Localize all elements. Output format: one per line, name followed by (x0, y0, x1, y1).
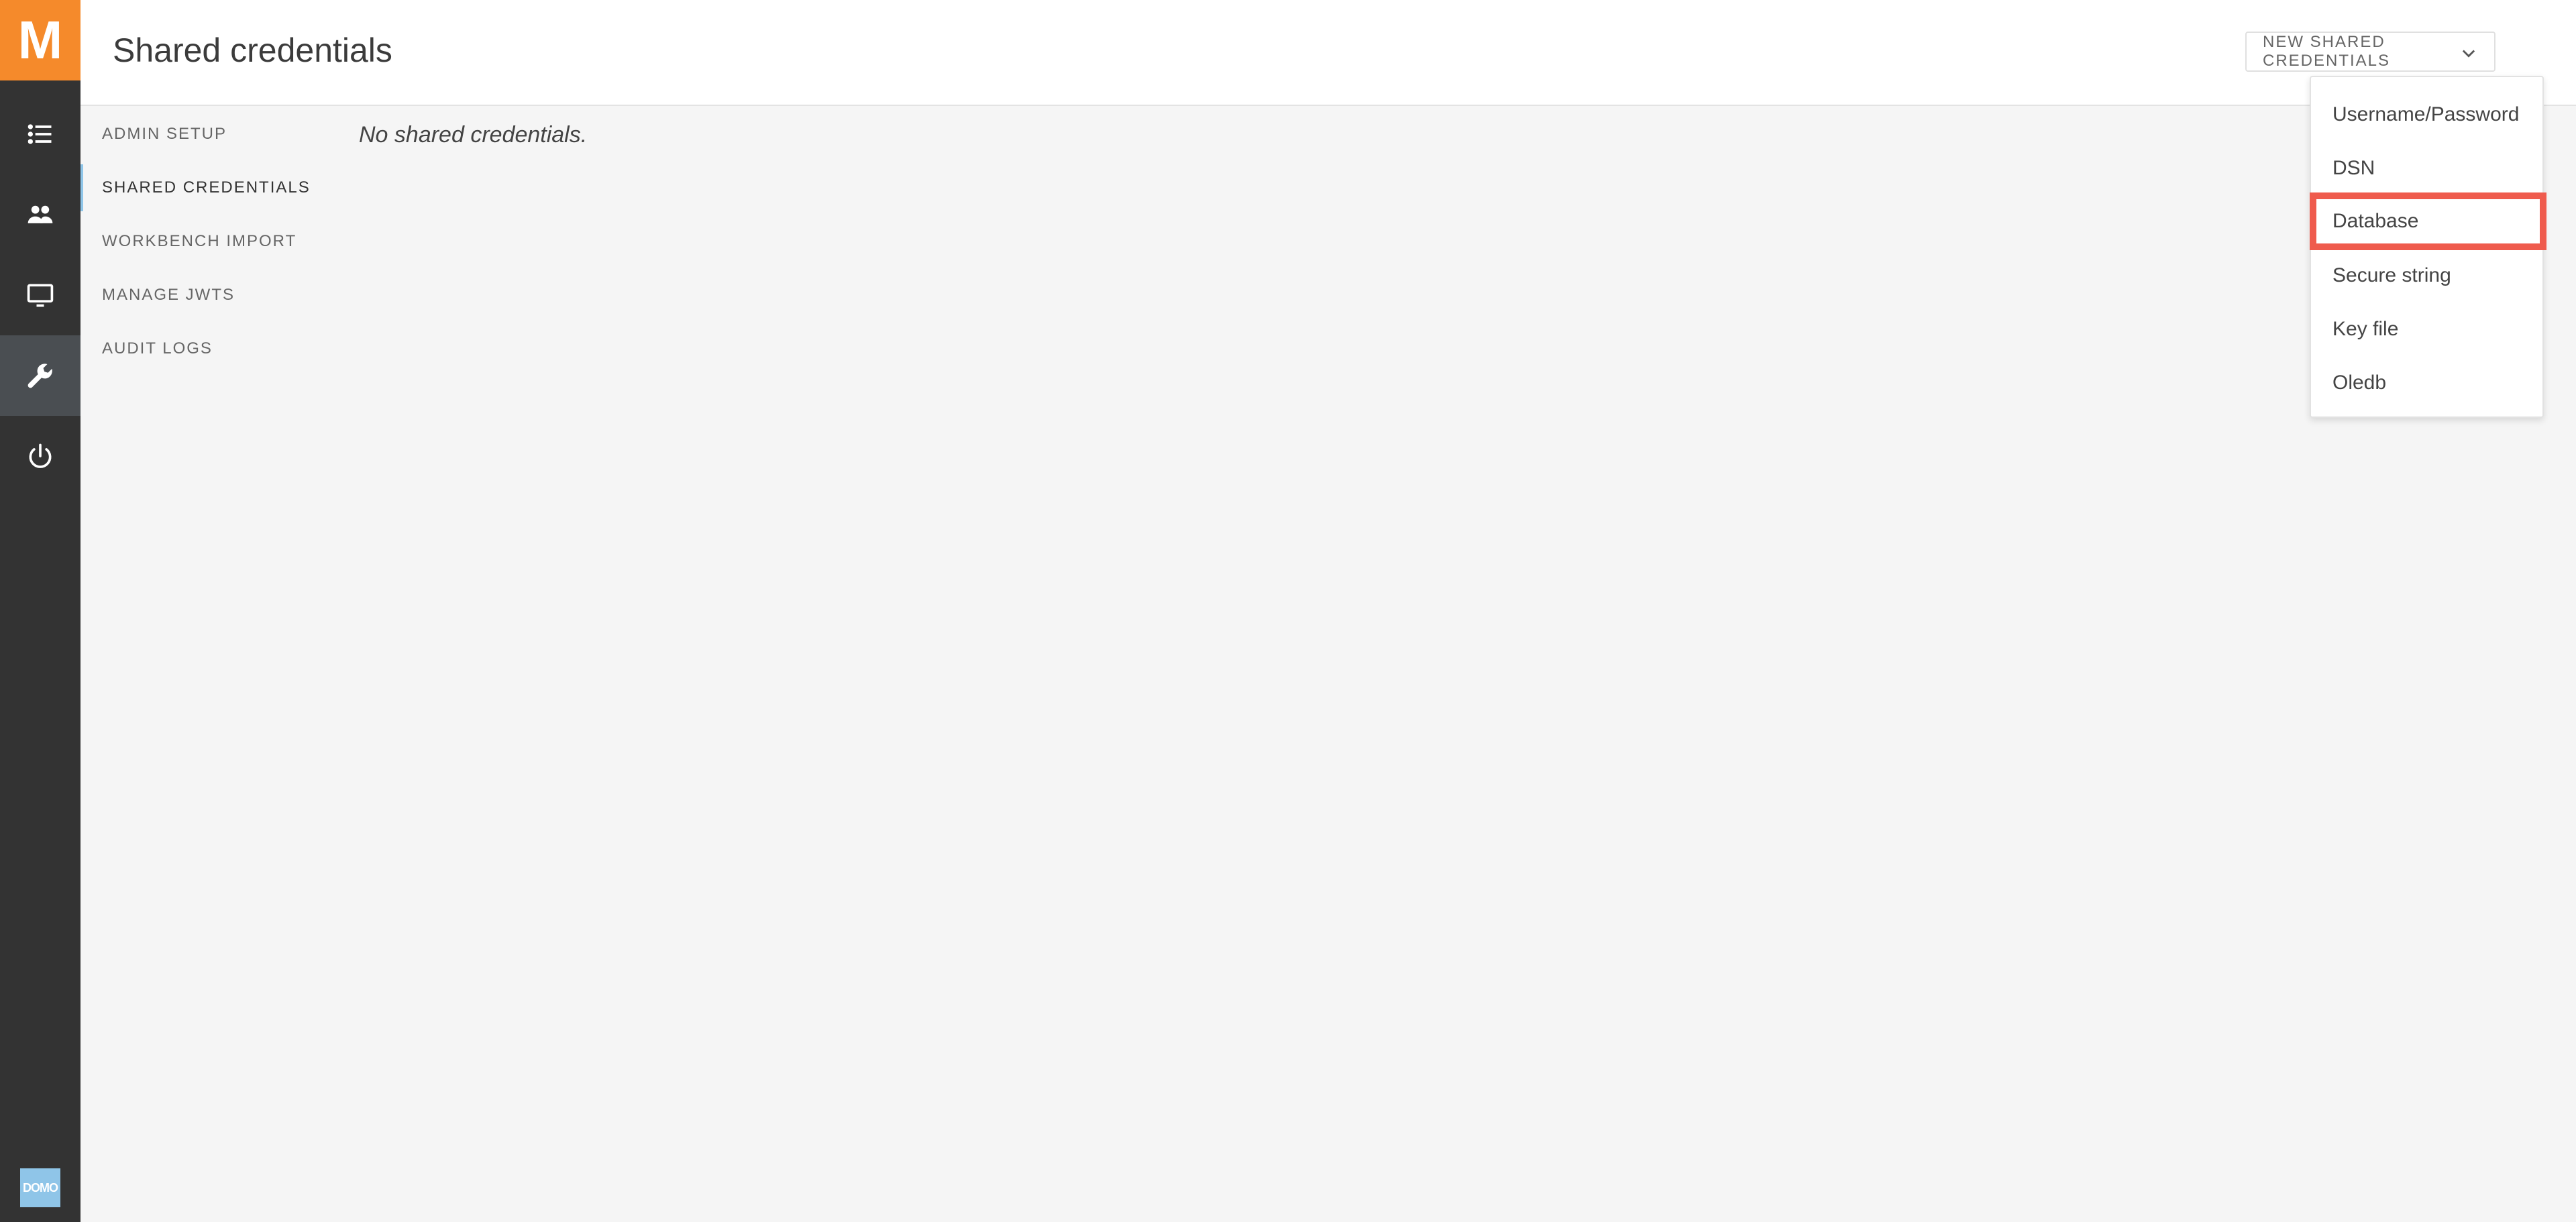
rail-item-monitor[interactable] (0, 255, 80, 335)
app-root: M DOMO Shared credentials NEW SHARED CRE… (0, 0, 2576, 1222)
page-title: Shared credentials (113, 32, 392, 69)
brand-logo-letter: M (17, 10, 63, 70)
brand-logo[interactable]: M (0, 0, 80, 80)
page-header: Shared credentials NEW SHARED CREDENTIAL… (80, 0, 2576, 106)
list-icon (28, 124, 52, 144)
new-credentials-dropdown: Username/Password DSN Database Secure st… (2310, 76, 2546, 418)
subnav-item-shared-credentials[interactable]: SHARED CREDENTIALS (80, 164, 335, 211)
users-icon (28, 205, 53, 223)
dropdown-item-database[interactable]: Database (2310, 192, 2546, 250)
icon-rail: M DOMO (0, 0, 80, 1222)
dropdown-item-dsn[interactable]: DSN (2311, 142, 2542, 195)
rail-item-admin[interactable] (0, 335, 80, 416)
new-shared-credentials-button[interactable]: NEW SHARED CREDENTIALS (2245, 32, 2496, 72)
subnav-item-admin-setup[interactable]: ADMIN SETUP (80, 111, 335, 158)
dropdown-item-secure-string[interactable]: Secure string (2311, 249, 2542, 302)
dropdown-item-key-file[interactable]: Key file (2311, 302, 2542, 356)
rail-item-list[interactable] (0, 94, 80, 174)
subnav-item-manage-jwts[interactable]: MANAGE JWTS (80, 272, 335, 319)
rail-item-users[interactable] (0, 174, 80, 255)
rail-item-logout[interactable] (0, 416, 80, 496)
subnav-item-workbench-import[interactable]: WORKBENCH IMPORT (80, 218, 335, 265)
wrench-icon (28, 364, 52, 388)
chevron-down-icon (2462, 50, 2475, 58)
dropdown-item-username-password[interactable]: Username/Password (2311, 88, 2542, 142)
domo-logo[interactable]: DOMO (20, 1168, 60, 1207)
dropdown-item-oledb[interactable]: Oledb (2311, 356, 2542, 410)
empty-state-message: No shared credentials. (359, 122, 588, 148)
power-icon (29, 443, 52, 468)
domo-logo-text: DOMO (23, 1180, 58, 1195)
subnav-item-audit-logs[interactable]: AUDIT LOGS (80, 325, 335, 372)
monitor-icon (27, 284, 54, 307)
